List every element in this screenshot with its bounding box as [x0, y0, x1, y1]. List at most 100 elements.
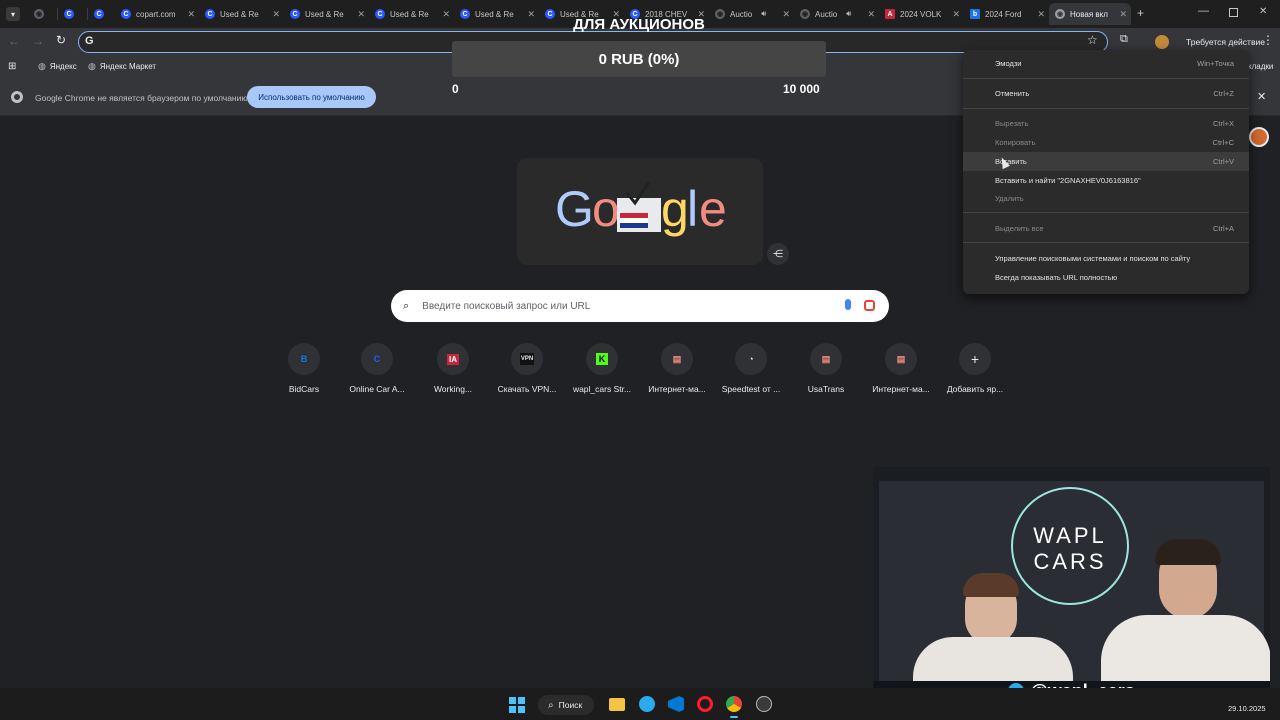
forward-arrow-icon[interactable]: → — [32, 34, 44, 48]
tab-audio-icon[interactable]: 🔊︎ — [846, 9, 851, 19]
doodle-share-button[interactable]: ⋲ — [767, 243, 789, 265]
tab-close-icon[interactable]: ✕ — [442, 9, 450, 20]
maximize-icon[interactable] — [1229, 8, 1238, 17]
shortcut-tile[interactable]: ▤ Интернет-ма... — [868, 343, 934, 394]
tab-close-icon[interactable]: ✕ — [952, 9, 960, 20]
tab[interactable]: C Used & Re ✕ — [284, 3, 369, 25]
shortcut-speedtest-icon: ◔ — [735, 343, 767, 375]
menu-kebab-icon[interactable]: ⋮ — [1262, 33, 1274, 47]
tab[interactable]: C Used & Re ✕ — [199, 3, 284, 25]
shortcut-shop-icon: ▤ — [661, 343, 693, 375]
shortcut-tile[interactable]: ◔ Speedtest от ... — [718, 343, 784, 394]
all-bookmarks-button[interactable]: кладки — [1248, 62, 1273, 71]
telegram-app-icon[interactable] — [639, 696, 655, 712]
shortcut-label: Working... — [433, 384, 473, 394]
shortcut-iaa-icon: IA — [437, 343, 469, 375]
menu-item-paste-and-search[interactable]: Вставить и найти "2GNAXHEV0J6163816" — [963, 171, 1249, 190]
menu-item-copy[interactable]: Копировать Ctrl+C — [963, 133, 1249, 152]
taskbar-search-button[interactable]: ⌕ Поиск — [538, 695, 594, 715]
shortcut-label: Интернет-ма... — [872, 384, 930, 394]
shortcut-label: UsaTrans — [807, 384, 845, 394]
menu-item-delete[interactable]: Удалить — [963, 189, 1249, 208]
tab-title: 2024 Ford — [985, 9, 1022, 19]
add-plus-icon: + — [959, 343, 991, 375]
tab[interactable]: C — [88, 3, 115, 25]
shortcut-tile[interactable]: ▤ Интернет-ма... — [644, 343, 710, 394]
google-doodle[interactable]: G o g l e — [517, 158, 763, 265]
file-explorer-icon[interactable] — [609, 698, 625, 711]
shortcut-tile[interactable]: ▤ UsaTrans — [793, 343, 859, 394]
shortcut-tile[interactable]: C Online Car A... — [344, 343, 410, 394]
close-window-icon[interactable]: ✕ — [1259, 6, 1267, 17]
tab-active[interactable]: ◉ Новая вкл ✕ — [1049, 3, 1131, 25]
shortcut-tile[interactable]: VPN Скачать VPN... — [494, 343, 560, 394]
search-box[interactable]: ⌕ Введите поисковый запрос или URL — [391, 290, 889, 322]
infobar-text: Google Chrome не является браузером по у… — [35, 93, 251, 103]
donation-goal-box: 0 RUB (0%) — [452, 41, 826, 77]
apps-grid-icon[interactable]: ⊞ — [8, 61, 16, 72]
minimize-icon[interactable]: — — [1198, 5, 1209, 17]
tab-favicon-icon: C — [121, 9, 131, 19]
tab-close-icon[interactable]: ✕ — [1037, 9, 1045, 20]
tab-close-icon[interactable]: ✕ — [867, 9, 875, 20]
reload-icon[interactable]: ↻ — [56, 33, 66, 47]
tab-close-icon[interactable]: ✕ — [272, 9, 280, 20]
menu-item-undo[interactable]: Отменить Ctrl+Z — [963, 84, 1249, 103]
bookmark-star-icon[interactable]: ☆ — [1087, 33, 1098, 47]
shortcut-label: Online Car A... — [349, 384, 405, 394]
chrome-app-icon[interactable] — [726, 696, 742, 712]
back-arrow-icon[interactable]: ← — [8, 34, 20, 48]
tab[interactable]: C Used & Re ✕ — [369, 3, 454, 25]
bookmark-label: Яндекс — [49, 62, 77, 71]
voice-search-icon[interactable] — [845, 299, 851, 310]
tab-search-chevron-icon[interactable]: ▾ — [6, 7, 20, 21]
globe-icon: ◍ — [88, 61, 96, 71]
shortcut-tile[interactable]: IA Working... — [420, 343, 486, 394]
tab[interactable]: ◉ — [28, 3, 58, 25]
action-required-button[interactable]: Требуется действие — [1180, 32, 1271, 52]
tab-close-icon[interactable]: ✕ — [1119, 9, 1127, 20]
google-lens-icon[interactable] — [864, 300, 875, 311]
tab-title: Новая вкл — [1070, 9, 1108, 19]
menu-item-manage-search-engines[interactable]: Управление поисковыми системами и поиско… — [963, 249, 1249, 268]
windows-start-icon[interactable] — [509, 697, 525, 713]
new-tab-plus-icon[interactable]: + — [1137, 6, 1144, 20]
add-shortcut-tile[interactable]: + Добавить яр... — [942, 343, 1008, 394]
set-default-button[interactable]: Использовать по умолчанию — [247, 86, 376, 108]
tab[interactable]: b 2024 Ford ✕ — [964, 3, 1049, 25]
infobar-close-icon[interactable]: ✕ — [1257, 90, 1266, 103]
taskbar-date: 29.10.2025 — [1228, 704, 1266, 713]
tab-favicon-icon: C — [64, 9, 74, 19]
menu-item-cut[interactable]: Вырезать Ctrl+X — [963, 114, 1249, 133]
tab-close-icon[interactable]: ✕ — [187, 9, 195, 20]
search-input[interactable]: Введите поисковый запрос или URL — [422, 301, 590, 312]
context-menu: Эмодзи Win+Точка Отменить Ctrl+Z Вырезать C… — [963, 50, 1249, 294]
svg-text:G: G — [555, 181, 594, 237]
menu-item-emoji[interactable]: Эмодзи Win+Точка — [963, 54, 1249, 73]
person-left — [913, 573, 1073, 697]
shortcut-tile[interactable]: K wapl_cars Str... — [569, 343, 635, 394]
globe-icon: ◍ — [38, 61, 46, 71]
menu-item-select-all[interactable]: Выделить все Ctrl+A — [963, 219, 1249, 238]
opera-icon[interactable] — [697, 696, 713, 712]
profile-avatar[interactable] — [1155, 35, 1169, 49]
extensions-puzzle-icon[interactable]: ⧉ — [1120, 33, 1128, 46]
tab-title: copart.com — [136, 9, 176, 19]
shortcut-tile[interactable]: B BidCars — [271, 343, 337, 394]
tab[interactable]: A 2024 VOLK ✕ — [879, 3, 964, 25]
shortcut-vpn-icon: VPN — [511, 343, 543, 375]
shortcut-kick-icon: K — [586, 343, 618, 375]
person-right — [1101, 539, 1270, 701]
menu-item-always-show-full-url[interactable]: Всегда показывать URL полностью — [963, 268, 1249, 287]
obs-icon[interactable] — [756, 696, 772, 712]
profile-picture-icon[interactable] — [1249, 127, 1269, 147]
bookmark-yandex-market[interactable]: ◍ Яндекс Маркет — [88, 61, 156, 72]
vscode-icon[interactable] — [668, 696, 684, 712]
tab[interactable]: C copart.com ✕ — [115, 3, 199, 25]
tab[interactable]: C — [58, 3, 88, 25]
bookmark-yandex[interactable]: ◍ Яндекс — [38, 61, 77, 72]
tab-close-icon[interactable]: ✕ — [357, 9, 365, 20]
search-icon: ⌕ — [403, 299, 410, 312]
tab-title: Used & Re — [220, 9, 259, 19]
active-app-indicator — [730, 716, 738, 718]
